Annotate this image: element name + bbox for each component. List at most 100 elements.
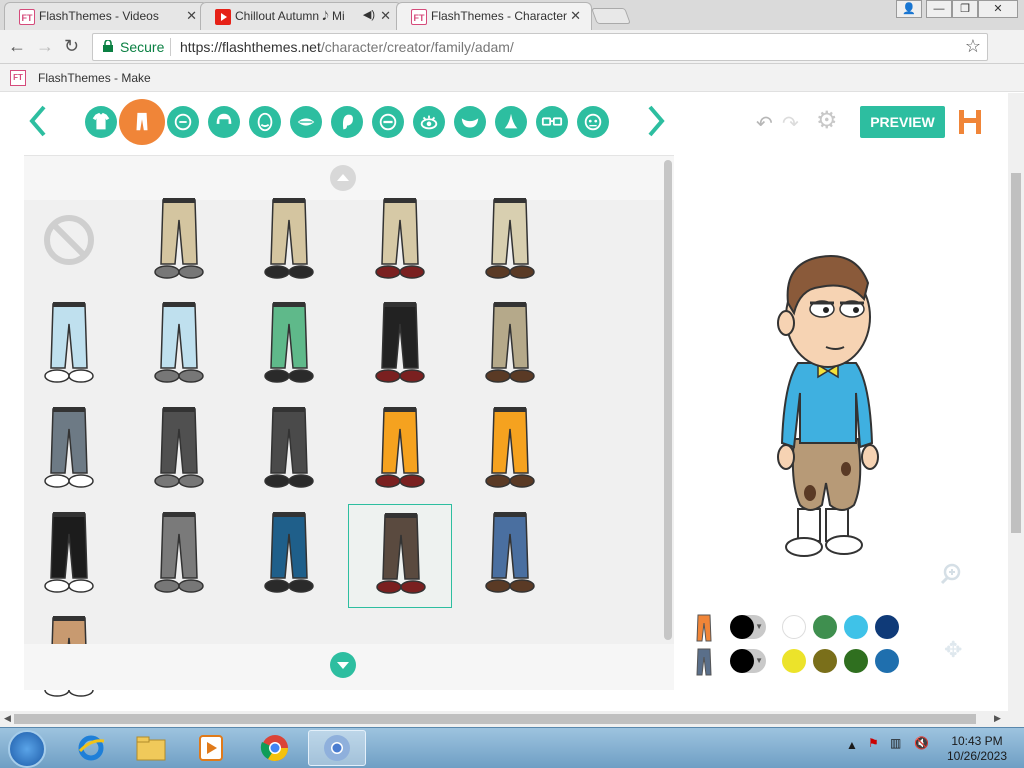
pants-option-black-white-track-pants[interactable] [348,294,452,398]
color-swatch[interactable] [782,615,806,639]
move-icon[interactable]: ✥ [944,637,968,662]
redo-icon[interactable]: ↷ [782,111,799,136]
scroll-up-button[interactable] [330,165,356,191]
media-player-icon[interactable] [182,730,240,766]
forward-arrow-icon[interactable]: → [36,36,54,57]
address-bar[interactable]: Secure https://flashthemes.net/character… [92,33,988,61]
window-close-button[interactable]: ✕ [978,0,1018,18]
new-tab-button[interactable] [591,8,631,24]
pants-option-light-blue-pants-sandals[interactable] [127,294,231,398]
action-center-flag-icon[interactable]: ⚑ [868,736,879,750]
no-pants-option[interactable] [17,190,121,294]
pants-option-cargo-khaki-pants[interactable] [458,190,562,294]
close-icon[interactable]: ✕ [186,8,197,24]
pants-option-orange-shorts-red-sneakers[interactable] [458,399,562,503]
profile-icon[interactable]: 👤 [896,0,922,18]
pants-option-green-shorts-socks[interactable] [237,294,341,398]
category-glasses-button[interactable] [536,106,568,138]
file-explorer-icon[interactable] [122,730,180,766]
close-icon[interactable]: ✕ [570,8,581,24]
pants-option-blue-jeans-holster-boots[interactable] [458,504,562,608]
nose-icon [504,113,518,129]
category-head-button[interactable] [249,106,281,138]
minimize-button[interactable]: — [926,0,952,18]
category-eyebrow-button[interactable] [372,106,404,138]
horizontal-scrollbar-thumb[interactable] [14,714,976,724]
horizontal-scrollbar[interactable]: ◀ ▶ [0,711,1024,727]
pants-option-black-pants-red-boots[interactable] [17,504,121,608]
pants-secondary-color-icon [696,648,712,676]
reload-icon[interactable]: ↻ [64,36,79,57]
scroll-right-arrow-icon[interactable]: ▶ [994,713,1001,724]
selected-color-swatch[interactable]: ▼ [730,649,766,673]
selected-color-swatch[interactable]: ▼ [730,615,766,639]
color-swatch[interactable] [813,615,837,639]
scroll-left-arrow-icon[interactable]: ◀ [4,713,11,724]
restore-button[interactable]: ❐ [952,0,978,18]
category-face-shape-button[interactable] [167,106,199,138]
color-swatch[interactable] [813,649,837,673]
start-button[interactable] [8,730,46,768]
zoom-in-icon[interactable] [940,563,962,585]
pants-option-khaki-pants-white-sneakers[interactable] [127,190,231,294]
color-swatch[interactable] [844,649,868,673]
bookmark-flashthemes-make[interactable]: FlashThemes - Make [38,71,151,85]
network-icon[interactable]: ▥ [890,736,901,750]
pants-option-blue-jeans-white-shoes[interactable] [237,504,341,608]
item-panel-scrollbar[interactable] [664,160,672,640]
category-ear-button[interactable] [331,106,363,138]
tray-expand-icon[interactable]: ▲ [846,738,858,752]
pants-thumbnail [485,512,535,593]
pants-option-camo-cargo-pants[interactable] [458,294,562,398]
pants-option-khaki-pants-white-shoes[interactable] [348,190,452,294]
chrome-active-window-icon[interactable] [308,730,366,766]
undo-icon[interactable]: ↶ [756,111,773,136]
save-icon[interactable] [958,109,982,135]
tab-flashthemes-videos[interactable]: FT FlashThemes - Videos ✕ [4,2,208,30]
pants-option-gray-pants-black-boots[interactable] [127,504,231,608]
category-nose-button[interactable] [495,106,527,138]
tab-flashthemes-character[interactable]: FT FlashThemes - Character ✕ [396,2,592,30]
category-hair-button[interactable] [208,106,240,138]
next-category-arrow-icon[interactable] [644,103,668,139]
category-beard-button[interactable] [454,106,486,138]
glasses-icon [541,117,563,126]
url-text[interactable]: https://flashthemes.net/character/creato… [180,39,514,55]
pants-option-brown-muddy-pants[interactable] [348,504,452,608]
youtube-favicon-icon [215,9,231,25]
shirt-icon [92,112,110,130]
page-scrollbar-thumb[interactable] [1011,173,1021,533]
category-eye-button[interactable] [413,106,445,138]
pants-option-gray-jeans-black-boots[interactable] [17,399,121,503]
back-arrow-icon[interactable]: ← [8,36,26,57]
chrome-icon[interactable] [246,730,304,766]
category-shirt-button[interactable] [85,106,117,138]
category-pants-button[interactable] [119,99,165,145]
volume-muted-icon[interactable]: 🔇 [914,736,929,750]
color-swatch[interactable] [875,649,899,673]
flashthemes-favicon-icon: FT [10,70,26,86]
speaker-icon[interactable]: ◀) [363,8,375,21]
pants-thumbnail [44,407,94,488]
pants-option-dark-gray-torn-pants[interactable] [127,399,231,503]
internet-explorer-icon[interactable] [62,730,120,766]
page-scrollbar[interactable] [1008,93,1024,711]
bookmark-star-icon[interactable]: ☆ [965,36,981,57]
color-swatch[interactable] [782,649,806,673]
pants-option-light-blue-pants-gray-shoes[interactable] [17,294,121,398]
gear-icon[interactable]: ⚙ [816,109,838,133]
pants-option-khaki-shorts-sandals[interactable] [237,190,341,294]
category-mouth-button[interactable] [290,106,322,138]
pants-option-dark-gray-bloody-pants[interactable] [237,399,341,503]
preview-button[interactable]: PREVIEW [860,106,945,138]
previous-category-arrow-icon[interactable] [26,103,50,139]
color-swatch[interactable] [844,615,868,639]
system-clock[interactable]: 10:43 PM 10/26/2023 [940,734,1014,764]
scroll-down-button[interactable] [330,652,356,678]
pants-option-orange-shorts-white-stripe[interactable] [348,399,452,503]
close-icon[interactable]: ✕ [380,8,391,24]
pants-thumbnail [485,198,535,279]
tab-chillout-autumn[interactable]: Chillout Autumn 𝅘𝅥𝅮 Mi ◀) ✕ [200,2,402,30]
category-face-accessory-button[interactable] [577,106,609,138]
color-swatch[interactable] [875,615,899,639]
